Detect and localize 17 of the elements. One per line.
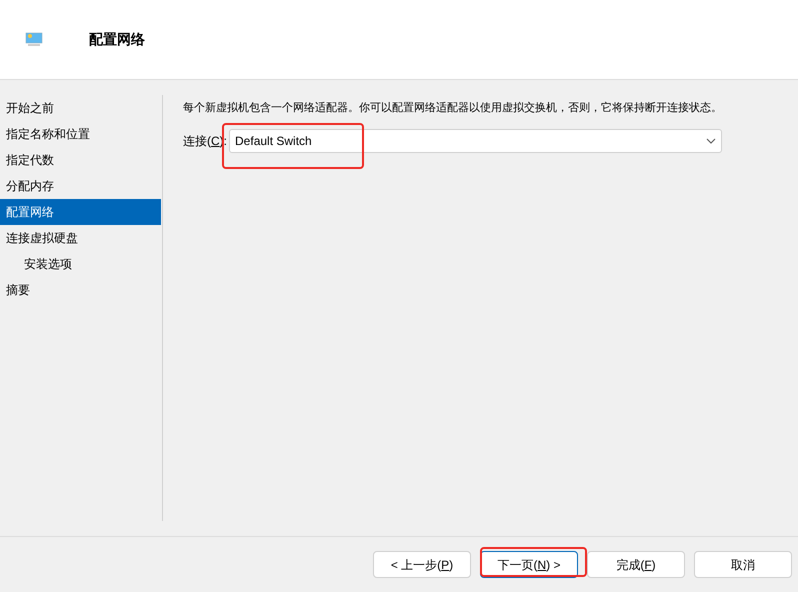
step-item[interactable]: 开始之前 (0, 95, 162, 121)
step-item[interactable]: 连接虚拟硬盘 (0, 225, 162, 251)
chevron-down-icon (706, 138, 716, 144)
step-item[interactable]: 安装选项 (0, 251, 162, 277)
step-item[interactable]: 指定代数 (0, 147, 162, 173)
wizard-button[interactable]: 完成(F) (587, 551, 685, 578)
switch-dropdown[interactable]: Default Switch (229, 128, 722, 152)
step-item[interactable]: 摘要 (0, 277, 162, 303)
description-text: 每个新虚拟机包含一个网络适配器。你可以配置网络适配器以使用虚拟交换机，否则，它将保持断开连接状态。 (183, 100, 722, 116)
step-item[interactable]: 指定名称和位置 (0, 121, 162, 147)
step-item[interactable]: 配置网络 (0, 199, 162, 225)
page-title: 配置网络 (89, 30, 145, 49)
wizard-button[interactable]: < 上一步(P) (373, 551, 471, 578)
step-item[interactable]: 分配内存 (0, 173, 162, 199)
monitor-icon (25, 32, 43, 47)
wizard-button[interactable]: 取消 (694, 551, 792, 578)
wizard-button[interactable]: 下一页(N) > (480, 551, 578, 578)
